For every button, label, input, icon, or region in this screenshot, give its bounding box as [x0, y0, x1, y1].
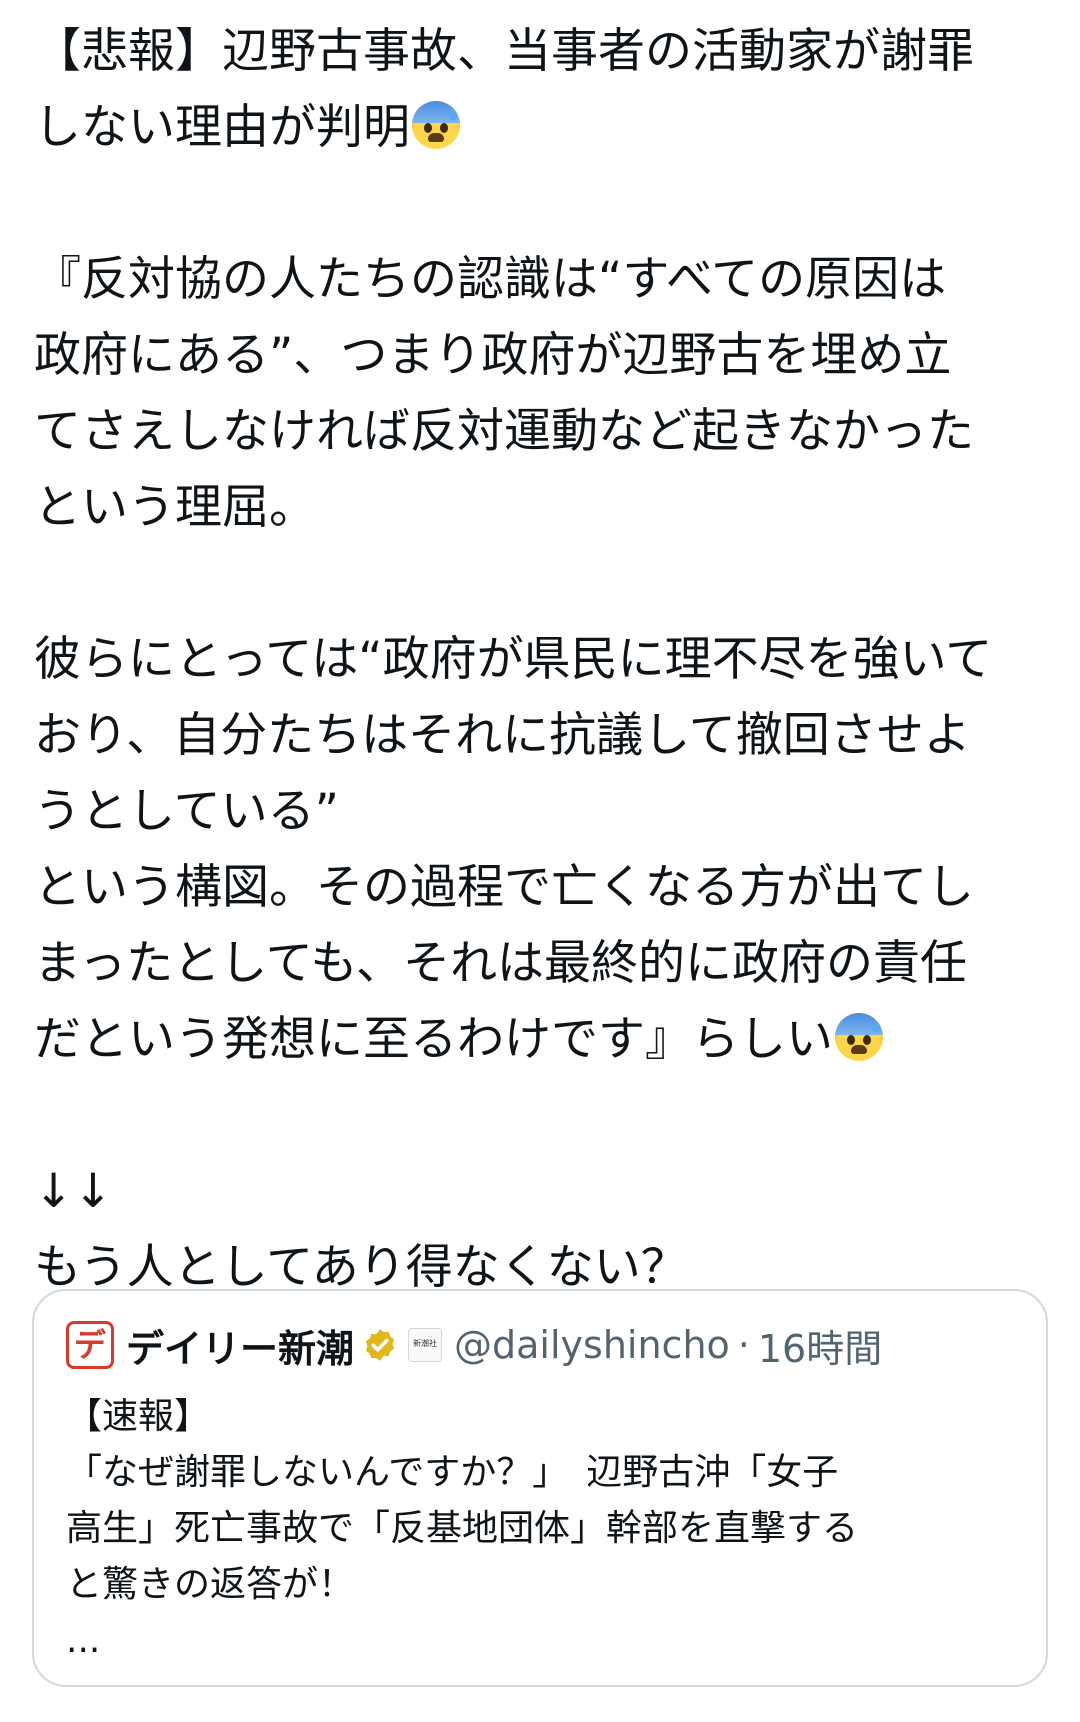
post-line — [34, 1078, 1054, 1154]
account-handle[interactable]: @dailyshincho — [454, 1323, 730, 1367]
quoted-post-line: と驚きの返答が！ — [66, 1564, 355, 1605]
quoted-post-line: 【速報】 — [66, 1396, 211, 1437]
post-line: という理屈。 — [34, 480, 316, 535]
affiliation-badge[interactable]: 新潮社 — [408, 1328, 443, 1362]
post-line: 彼らにとっては“政府が県民に理不尽を強いて — [34, 632, 993, 687]
quoted-post-header: デ デイリー新潮 新潮社 @dailyshincho · 16時間 — [66, 1319, 882, 1371]
quoted-post-line: ... — [66, 1620, 101, 1661]
verified-badge-icon — [365, 1329, 395, 1361]
separator-dot: · — [737, 1323, 750, 1367]
post-line: おり、自分たちはそれに抗議して撤回させよ — [34, 708, 971, 763]
post-line — [34, 546, 1054, 622]
post-line: うとしている” — [34, 784, 339, 839]
post-line: 政府にある”、つまり政府が辺野古を埋め立 — [34, 328, 952, 383]
post-timestamp[interactable]: 16時間 — [758, 1318, 882, 1373]
post-line — [34, 166, 1054, 242]
quoted-post-line: 「なぜ謝罪しないんですか？」 辺野古沖「女子 — [66, 1452, 839, 1493]
avatar[interactable]: デ — [66, 1321, 114, 1369]
post-line: 【悲報】辺野古事故、当事者の活動家が謝罪 — [34, 24, 974, 79]
post-line: まったとしても、それは最終的に政府の責任 — [34, 936, 967, 991]
quoted-post-line: 高生」死亡事故で「反基地団体」幹部を直撃する — [66, 1508, 859, 1549]
post-line: だという発想に至るわけです』らしい — [34, 1002, 1054, 1078]
post-line: という構図。その過程で亡くなる方が出てし — [34, 860, 974, 915]
anxious-face-emoji-icon — [835, 1013, 883, 1061]
post-line: 『反対協の人たちの認識は“すべての原因は — [34, 252, 947, 307]
anxious-face-emoji-icon — [412, 101, 460, 149]
post-text: 【悲報】辺野古事故、当事者の活動家が謝罪 しない理由が判明 『反対協の人たちの認… — [34, 14, 1054, 1306]
account-name[interactable]: デイリー新潮 — [126, 1318, 354, 1373]
quoted-post-text: 【速報】 「なぜ謝罪しないんですか？」 辺野古沖「女子 高生」死亡事故で「反基地… — [66, 1389, 1026, 1669]
post-line: しない理由が判明 — [34, 90, 1054, 166]
quoted-post-card[interactable]: デ デイリー新潮 新潮社 @dailyshincho · 16時間 【速報】 「… — [32, 1289, 1048, 1687]
post-line: ↓↓ — [34, 1164, 113, 1219]
post-line: てさえしなければ反対運動など起きなかった — [34, 404, 974, 459]
